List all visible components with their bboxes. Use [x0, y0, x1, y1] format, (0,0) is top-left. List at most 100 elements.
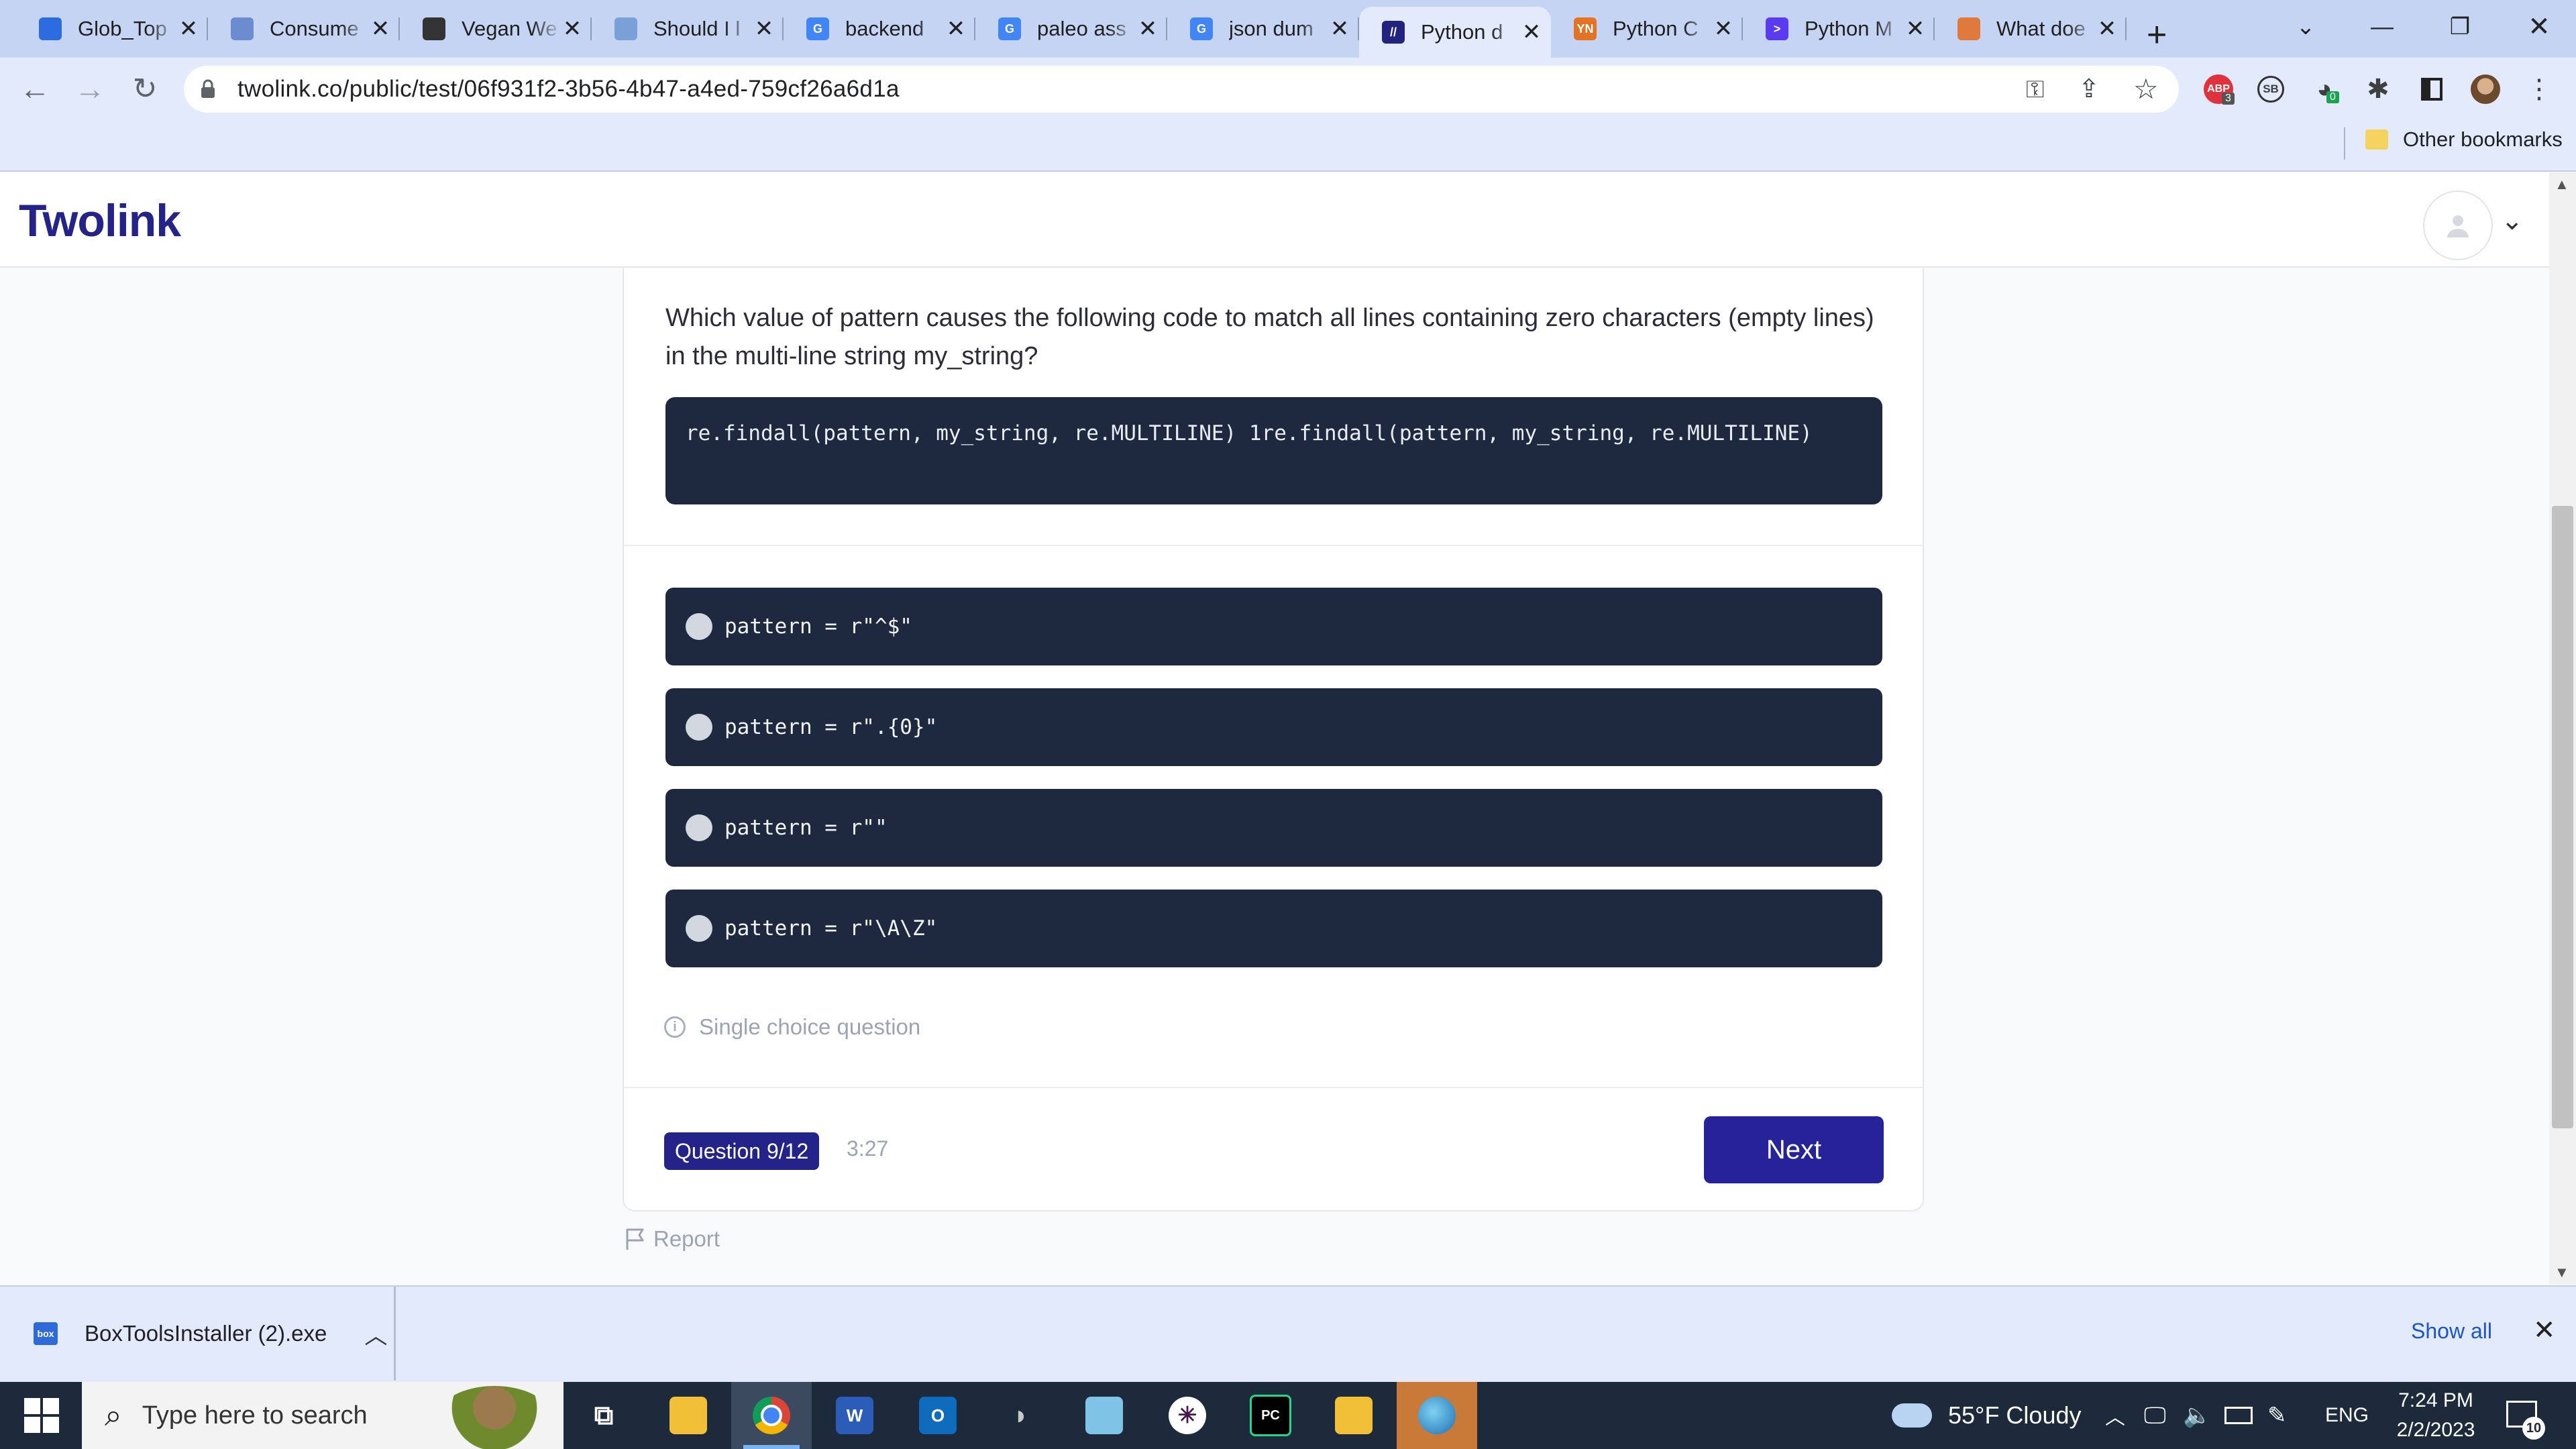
download-filename: BoxToolsInstaller (2).exe [85, 1321, 327, 1346]
tab-close-icon[interactable]: ✕ [1713, 16, 1733, 42]
tab-close-icon[interactable]: ✕ [562, 16, 582, 42]
tab-close-icon[interactable]: ✕ [1138, 16, 1158, 42]
download-item[interactable]: box BoxToolsInstaller (2).exe ︿ [0, 1287, 396, 1381]
next-button[interactable]: Next [1704, 1116, 1884, 1183]
tab[interactable]: YN Python C ✕ [1551, 8, 1743, 50]
outlook-icon[interactable]: O [898, 1382, 978, 1449]
chevron-up-icon[interactable]: ︿ [364, 1318, 387, 1350]
task-view-icon[interactable]: ⧉ [564, 1382, 644, 1449]
address-bar[interactable]: twolink.co/public/test/06f931f2-3b56-4b4… [184, 66, 2179, 113]
reload-button[interactable]: ↻ [126, 70, 164, 107]
tab-close-icon[interactable]: ✕ [2097, 16, 2117, 42]
answer-option-1[interactable]: pattern = r"^$" [665, 588, 1882, 665]
option-label: pattern = r".{0}" [724, 715, 938, 739]
pen-icon[interactable]: ✎ [2267, 1382, 2287, 1449]
more-menu-icon[interactable]: ⋮ [2522, 72, 2556, 106]
side-panel-icon[interactable] [2415, 72, 2449, 106]
minimize-button[interactable]: — [2352, 7, 2412, 47]
file-explorer-icon[interactable] [648, 1382, 729, 1449]
site-logo[interactable]: Twolink [19, 195, 181, 247]
taskbar-search-box[interactable]: ⌕ Type here to search [82, 1382, 564, 1449]
notepad-icon[interactable] [1064, 1382, 1144, 1449]
show-all-downloads-link[interactable]: Show all [2411, 1319, 2492, 1344]
bookmark-star-icon[interactable]: ☆ [2133, 72, 2159, 105]
tab-close-icon[interactable]: ✕ [754, 16, 774, 42]
weather-widget[interactable]: 55°F Cloudy [1892, 1382, 2082, 1449]
option-label: pattern = r"^$" [724, 614, 912, 639]
new-tab-button[interactable]: + [2147, 15, 2167, 55]
show-hidden-icons-chevron-icon[interactable]: ︿ [2105, 1382, 2125, 1449]
mouse-app-icon[interactable]: ◗ [981, 1382, 1061, 1449]
bookmarks-divider [2344, 127, 2345, 160]
radio-button[interactable] [686, 915, 712, 942]
divider [624, 1087, 1923, 1088]
tab-close-icon[interactable]: ✕ [1521, 19, 1542, 45]
tab[interactable]: Should I l ✕ [592, 8, 784, 50]
question-text: Which value of pattern causes the follow… [665, 304, 1874, 370]
pycharm-icon[interactable]: PC [1230, 1382, 1311, 1449]
windows-start-icon[interactable] [24, 1398, 59, 1433]
tab-close-icon[interactable]: ✕ [1905, 16, 1925, 42]
folder-taskbar-icon[interactable] [1313, 1382, 1394, 1449]
close-download-bar-icon[interactable]: ✕ [2533, 1315, 2556, 1346]
tab[interactable]: > Python M ✕ [1743, 8, 1935, 50]
answer-option-3[interactable]: pattern = r"" [665, 789, 1882, 867]
tab[interactable]: Consume ✕ [208, 8, 400, 50]
tab-close-icon[interactable]: ✕ [946, 16, 966, 42]
forward-button[interactable]: → [71, 70, 109, 107]
tab[interactable]: Gjson dum ✕ [1167, 8, 1359, 50]
notification-count-badge: 10 [2522, 1417, 2545, 1440]
url-text: twolink.co/public/test/06f931f2-3b56-4b4… [237, 76, 900, 102]
report-link[interactable]: Report [624, 1226, 720, 1252]
tab-search-icon[interactable]: ⌄ [2275, 7, 2336, 47]
network-icon[interactable]: 🖵 [2144, 1382, 2166, 1449]
back-button[interactable]: ← [16, 70, 54, 107]
flag-icon [626, 1228, 644, 1250]
extension-eye-icon[interactable]: ◕ 0 [2308, 72, 2341, 106]
key-icon[interactable]: ⚿ [2026, 75, 2044, 104]
word-icon[interactable]: W [814, 1382, 895, 1449]
radio-button[interactable] [686, 613, 712, 640]
scroll-down-arrow-icon[interactable]: ▼ [2555, 1264, 2569, 1281]
profile-avatar-icon[interactable] [2469, 72, 2502, 106]
extensions-puzzle-icon[interactable]: ✱ [2361, 72, 2395, 106]
adblock-icon[interactable]: ABP 3 [2202, 72, 2235, 106]
network-globe-icon[interactable] [1397, 1382, 1477, 1449]
slack-icon[interactable]: ✳ [1147, 1382, 1228, 1449]
tab[interactable]: // Python d ✕ [1359, 7, 1551, 58]
other-bookmarks[interactable]: Other bookmarks [2365, 127, 2563, 152]
tab[interactable]: Glob_Top ✕ [16, 8, 208, 50]
radio-button[interactable] [686, 714, 712, 741]
tab-title: Should I l [653, 17, 741, 40]
lock-icon [201, 79, 215, 98]
battery-icon[interactable] [2224, 1382, 2253, 1449]
account-chevron-down-icon[interactable]: ⌄ [2501, 205, 2524, 236]
language-indicator[interactable]: ENG [2325, 1382, 2369, 1449]
tab[interactable]: Gpaleo ass ✕ [975, 8, 1167, 50]
sb-extension-icon[interactable]: SB [2254, 72, 2288, 106]
scrollbar-thumb[interactable] [2552, 506, 2573, 1128]
close-window-button[interactable]: ✕ [2509, 7, 2569, 47]
code-text: re.findall(pattern, my_string, re.MULTIL… [686, 421, 1813, 445]
tab-favicon-icon: > [1766, 17, 1788, 40]
share-icon[interactable]: ⇪ [2078, 74, 2100, 104]
tab-title: json dum [1229, 17, 1313, 40]
tab-close-icon[interactable]: ✕ [1330, 16, 1350, 42]
tab[interactable]: Gbackend ✕ [784, 8, 975, 50]
user-avatar[interactable] [2423, 191, 2493, 260]
tab-close-icon[interactable]: ✕ [178, 16, 199, 42]
tab-favicon-icon [1957, 17, 1980, 40]
tab[interactable]: Vegan We ✕ [400, 8, 592, 50]
answer-option-4[interactable]: pattern = r"\A\Z" [665, 890, 1882, 967]
divider [624, 545, 1923, 546]
tab-favicon-icon [231, 17, 254, 40]
scroll-up-arrow-icon[interactable]: ▲ [2555, 176, 2569, 193]
tab[interactable]: What doe ✕ [1935, 8, 2127, 50]
tab-close-icon[interactable]: ✕ [370, 16, 390, 42]
answer-option-2[interactable]: pattern = r".{0}" [665, 688, 1882, 766]
radio-button[interactable] [686, 814, 712, 841]
clock[interactable]: 7:24 PM 2/2/2023 [2385, 1386, 2486, 1445]
volume-icon[interactable]: 🔈 [2183, 1382, 2211, 1449]
chrome-taskbar-icon[interactable] [731, 1382, 812, 1449]
restore-button[interactable]: ❐ [2430, 7, 2490, 47]
